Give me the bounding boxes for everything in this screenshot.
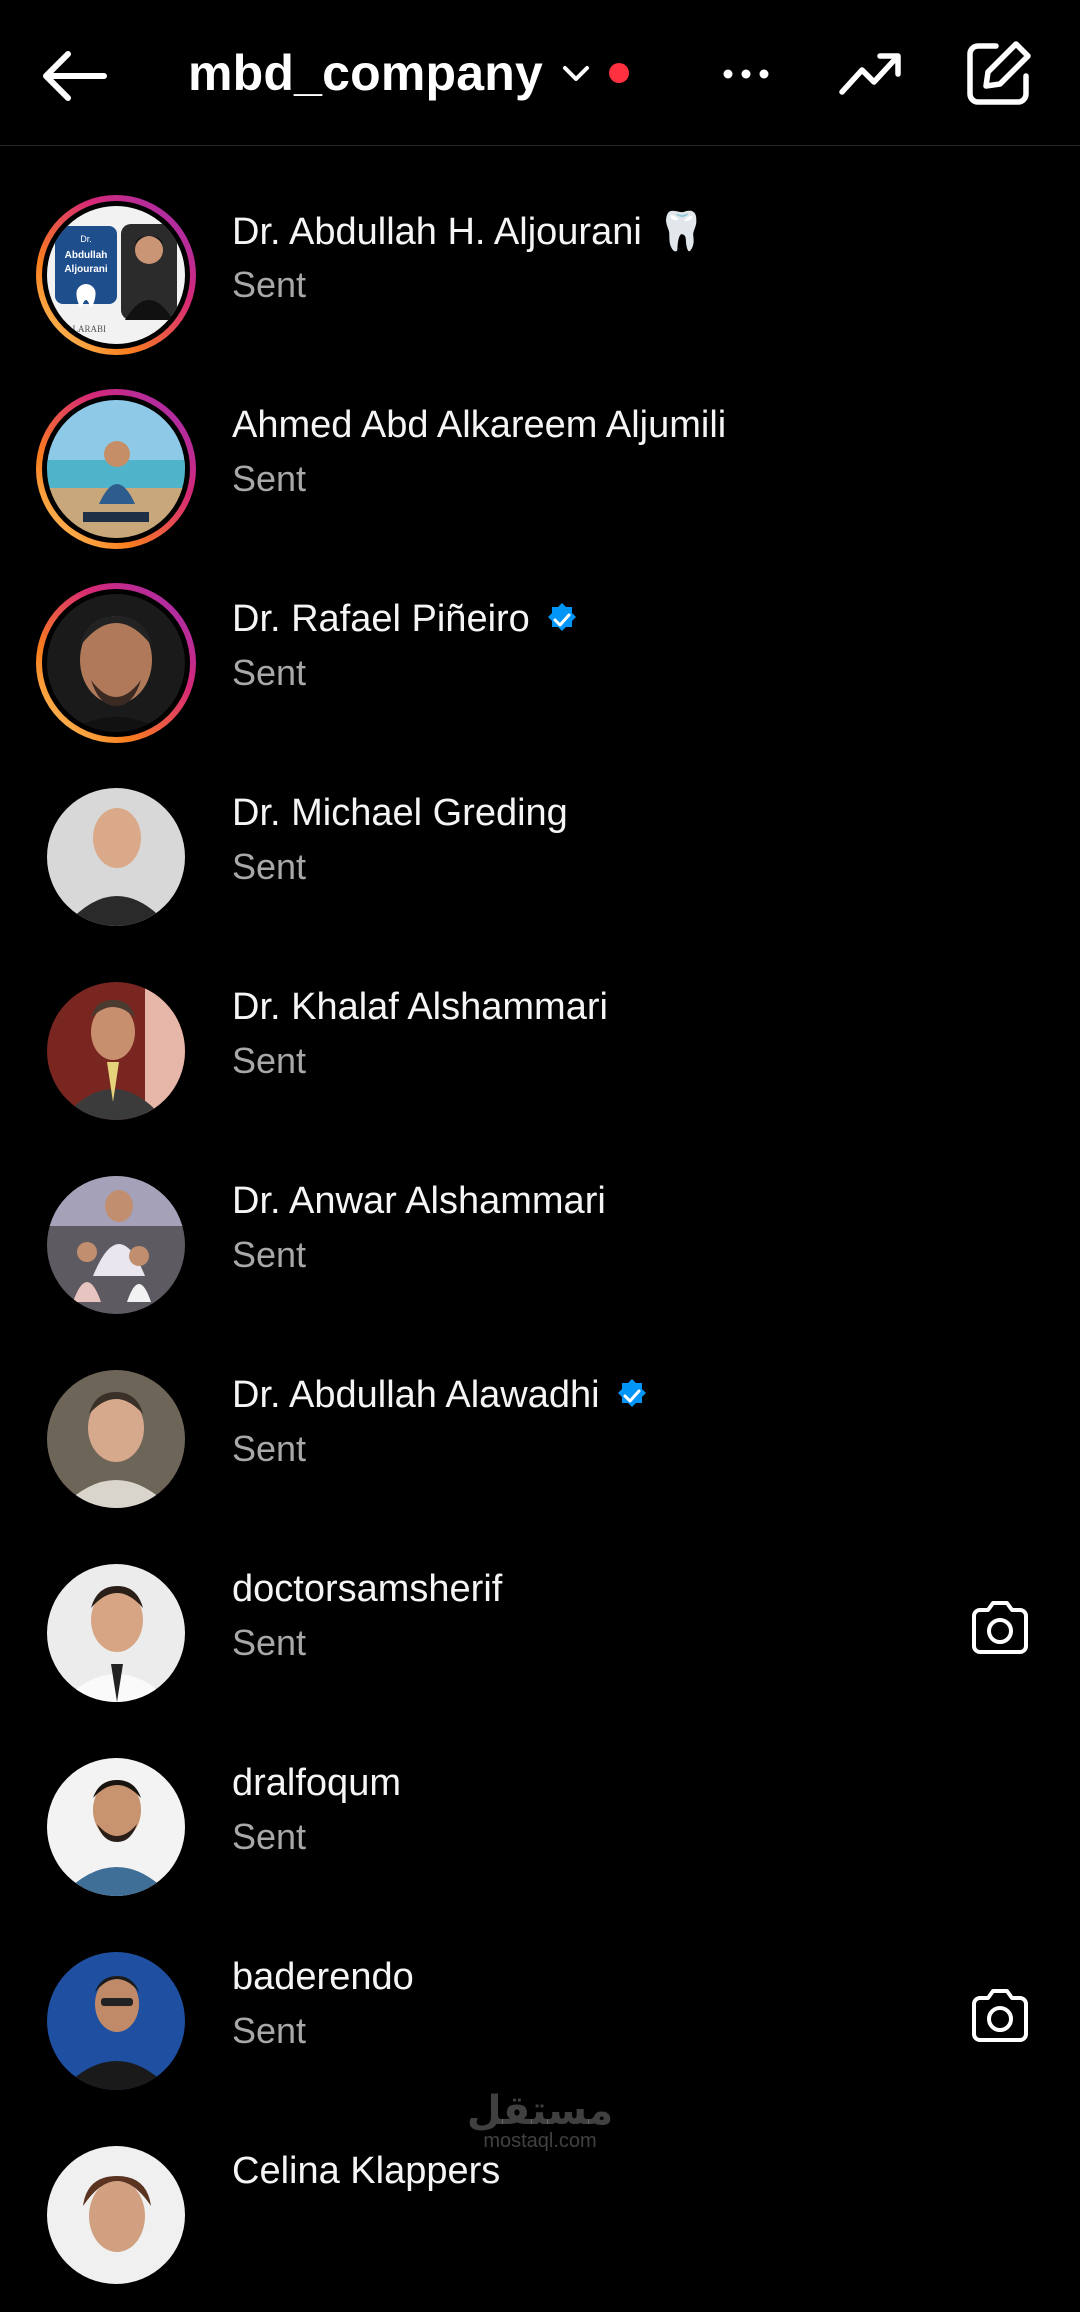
tooth-emoji: 🦷 bbox=[657, 211, 706, 253]
thread-status: Sent bbox=[232, 1040, 307, 1081]
avatar[interactable] bbox=[36, 583, 196, 743]
thread-row[interactable]: Dr. Anwar Alshammari Sent bbox=[0, 1148, 1080, 1342]
watermark-arabic: مستقل bbox=[466, 2088, 614, 2134]
thread-name: Dr. Abdullah H. Aljourani 🦷 bbox=[232, 210, 706, 254]
avatar-image bbox=[47, 2146, 185, 2284]
svg-text:Abdullah: Abdullah bbox=[65, 250, 108, 261]
thread-status: Sent bbox=[232, 1816, 307, 1857]
verified-badge-icon bbox=[547, 602, 576, 631]
thread-status: Sent bbox=[232, 264, 307, 305]
avatar[interactable] bbox=[36, 1747, 196, 1907]
thread-row[interactable]: Ahmed Abd Alkareem Aljumili Sent bbox=[0, 372, 1080, 566]
thread-name: Dr. Rafael Piñeiro bbox=[232, 598, 580, 641]
chevron-down-icon bbox=[563, 66, 590, 81]
thread-name: dralfoqum bbox=[232, 1762, 401, 1804]
avatar-image bbox=[47, 1176, 185, 1314]
thread-status: Sent bbox=[232, 846, 307, 887]
avatar[interactable]: Dr. Abdullah Aljourani ALARABI bbox=[36, 195, 196, 355]
thread-status: Sent bbox=[232, 1234, 307, 1275]
thread-status: Sent bbox=[232, 1428, 307, 1469]
thread-status: Sent bbox=[232, 1622, 307, 1663]
avatar[interactable] bbox=[36, 2135, 196, 2295]
camera-icon[interactable] bbox=[968, 1986, 1032, 2046]
watermark-latin: mostaql.com bbox=[483, 2130, 597, 2152]
avatar-image bbox=[47, 400, 185, 538]
avatar-image: Dr. Abdullah Aljourani ALARABI bbox=[47, 206, 185, 344]
avatar[interactable] bbox=[36, 1941, 196, 2101]
avatar-image bbox=[47, 1370, 185, 1508]
avatar-image bbox=[47, 594, 185, 732]
avatar[interactable] bbox=[36, 777, 196, 937]
thread-row[interactable]: Dr. Abdullah Aljourani ALARABI Dr. Abdul… bbox=[0, 178, 1080, 372]
svg-text:Dr.: Dr. bbox=[80, 234, 92, 244]
avatar[interactable] bbox=[36, 1165, 196, 1325]
thread-row[interactable]: Dr. Rafael Piñeiro Sent bbox=[0, 566, 1080, 760]
thread-name: Dr. Anwar Alshammari bbox=[232, 1180, 606, 1222]
thread-name: baderendo bbox=[232, 1956, 414, 1998]
thread-name: Dr. Khalaf Alshammari bbox=[232, 986, 608, 1028]
thread-status: Sent bbox=[232, 652, 307, 693]
avatar[interactable] bbox=[36, 1359, 196, 1519]
thread-row[interactable]: doctorsamsherif Sent bbox=[0, 1536, 1080, 1730]
account-switcher[interactable]: mbd_company bbox=[188, 38, 630, 108]
avatar[interactable] bbox=[36, 971, 196, 1131]
svg-text:Aljourani: Aljourani bbox=[64, 264, 108, 275]
thread-row[interactable]: dralfoqum Sent bbox=[0, 1730, 1080, 1924]
more-icon[interactable] bbox=[720, 52, 772, 96]
thread-status: Sent bbox=[232, 2010, 307, 2051]
verified-badge-icon bbox=[617, 1378, 646, 1407]
notification-dot bbox=[609, 63, 630, 83]
avatar-image bbox=[47, 1952, 185, 2090]
avatar-image bbox=[47, 788, 185, 926]
camera-icon[interactable] bbox=[968, 1598, 1032, 1658]
thread-row[interactable]: Dr. Michael Greding Sent bbox=[0, 760, 1080, 954]
top-app-bar: mbd_company bbox=[0, 0, 1080, 146]
avatar-image bbox=[47, 1564, 185, 1702]
trending-icon[interactable] bbox=[838, 46, 904, 102]
watermark: مستقل mostaql.com bbox=[0, 2088, 1080, 2153]
thread-name: Dr. Michael Greding bbox=[232, 792, 568, 834]
back-arrow-icon[interactable] bbox=[38, 46, 110, 106]
thread-status: Sent bbox=[232, 458, 307, 499]
avatar-image bbox=[47, 1758, 185, 1896]
thread-row[interactable]: Dr. Khalaf Alshammari Sent bbox=[0, 954, 1080, 1148]
thread-name: Celina Klappers bbox=[232, 2150, 501, 2192]
account-name: mbd_company bbox=[188, 45, 544, 101]
thread-name: Dr. Abdullah Alawadhi bbox=[232, 1374, 650, 1417]
avatar[interactable] bbox=[36, 389, 196, 549]
thread-name: doctorsamsherif bbox=[232, 1568, 503, 1610]
thread-row[interactable]: Dr. Abdullah Alawadhi Sent bbox=[0, 1342, 1080, 1536]
thread-name: Ahmed Abd Alkareem Aljumili bbox=[232, 404, 727, 446]
avatar[interactable] bbox=[36, 1553, 196, 1713]
avatar-image bbox=[47, 982, 185, 1120]
compose-icon[interactable] bbox=[962, 38, 1034, 110]
